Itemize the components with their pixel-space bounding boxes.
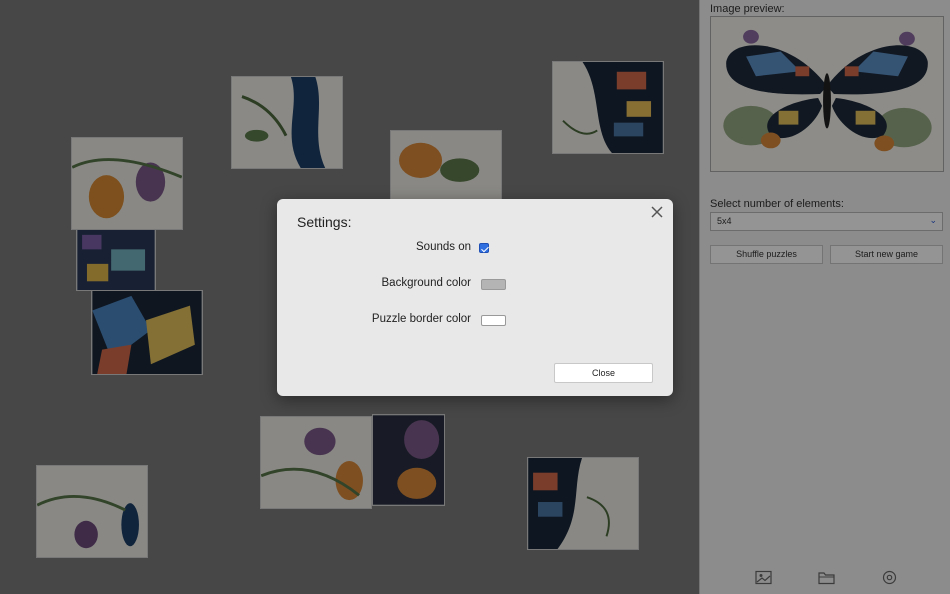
dialog-title: Settings: xyxy=(297,214,352,230)
background-color-swatch[interactable] xyxy=(481,279,506,290)
border-color-label: Puzzle border color xyxy=(371,313,471,325)
background-color-label: Background color xyxy=(381,277,472,289)
sounds-checkbox[interactable] xyxy=(479,243,489,253)
close-icon[interactable] xyxy=(649,204,665,220)
settings-dialog: Settings: Sounds on Background color Puz… xyxy=(277,199,673,396)
sounds-label: Sounds on xyxy=(416,241,471,253)
close-button[interactable]: Close xyxy=(554,363,653,383)
border-color-swatch[interactable] xyxy=(481,315,506,326)
